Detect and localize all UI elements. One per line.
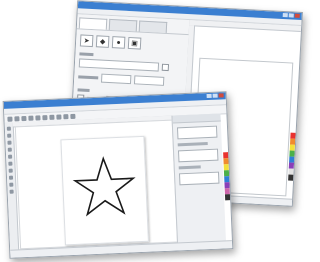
window-controls bbox=[206, 93, 224, 99]
drawing-canvas[interactable] bbox=[14, 119, 178, 250]
copy-icon[interactable] bbox=[42, 114, 48, 120]
field-label bbox=[78, 75, 99, 80]
value-field[interactable] bbox=[133, 75, 165, 86]
redo-icon[interactable] bbox=[63, 113, 69, 119]
print-icon[interactable] bbox=[28, 115, 34, 121]
zoom-tool-icon[interactable] bbox=[7, 147, 12, 152]
docker-field[interactable] bbox=[178, 171, 220, 186]
color-palette[interactable] bbox=[223, 152, 231, 201]
close-button[interactable] bbox=[218, 93, 224, 98]
ellipse-tool-icon[interactable] bbox=[8, 168, 13, 173]
panel-row-3 bbox=[78, 72, 165, 86]
paste-icon[interactable] bbox=[49, 114, 55, 120]
pick-tool-icon[interactable] bbox=[6, 126, 11, 131]
document-page bbox=[60, 135, 149, 246]
front-app-window bbox=[2, 91, 234, 259]
star-outline[interactable] bbox=[72, 156, 136, 217]
field-label bbox=[79, 52, 94, 57]
shape-tool-icon[interactable] bbox=[7, 133, 12, 138]
panel-tab-3[interactable] bbox=[138, 20, 168, 33]
maximize-button[interactable] bbox=[212, 93, 218, 98]
polygon-tool-icon[interactable] bbox=[8, 175, 14, 180]
zoom-icon[interactable] bbox=[70, 113, 76, 119]
maximize-button[interactable] bbox=[288, 13, 294, 18]
undo-icon[interactable] bbox=[56, 113, 62, 120]
crop-tool-icon[interactable] bbox=[7, 140, 12, 145]
open-icon[interactable] bbox=[14, 115, 20, 121]
minimize-button[interactable] bbox=[282, 12, 288, 18]
docker-field[interactable] bbox=[177, 148, 219, 163]
color-palette[interactable] bbox=[288, 132, 296, 181]
window-controls bbox=[282, 12, 300, 18]
object-properties-docker bbox=[171, 113, 227, 251]
save-icon[interactable] bbox=[21, 115, 27, 121]
panel-row-1 bbox=[79, 52, 94, 57]
rectangle-tool-icon[interactable] bbox=[8, 161, 13, 166]
preset-dropdown[interactable] bbox=[78, 58, 160, 72]
cut-icon[interactable] bbox=[35, 114, 41, 121]
panel-tab-1[interactable] bbox=[78, 17, 108, 30]
minimize-button[interactable] bbox=[206, 93, 212, 99]
docker-label bbox=[177, 142, 208, 147]
value-field[interactable] bbox=[100, 73, 132, 85]
shape-icon[interactable]: ● bbox=[111, 36, 126, 49]
frame-icon[interactable]: ▣ bbox=[127, 36, 142, 50]
fill-icon[interactable]: ◆ bbox=[95, 35, 110, 48]
palette-swatch[interactable] bbox=[288, 174, 294, 181]
close-button[interactable] bbox=[294, 13, 300, 18]
panel-row-2 bbox=[78, 58, 170, 72]
arrow-icon[interactable]: ➤ bbox=[79, 34, 94, 48]
freehand-tool-icon[interactable] bbox=[8, 154, 13, 159]
preset-button[interactable] bbox=[161, 63, 170, 72]
docker-field[interactable] bbox=[176, 125, 218, 140]
field-label bbox=[77, 88, 90, 92]
panel-icon-row: ➤ ◆ ● ▣ bbox=[79, 34, 142, 50]
fill-tool-icon[interactable] bbox=[9, 189, 14, 194]
panel-row-4 bbox=[77, 88, 90, 92]
new-icon[interactable] bbox=[7, 116, 13, 122]
panel-tab-2[interactable] bbox=[108, 18, 138, 32]
palette-swatch[interactable] bbox=[224, 194, 231, 201]
star-shape[interactable] bbox=[61, 137, 147, 244]
text-tool-icon[interactable] bbox=[9, 182, 14, 187]
docker-header bbox=[172, 113, 221, 124]
docker-label bbox=[178, 165, 201, 170]
